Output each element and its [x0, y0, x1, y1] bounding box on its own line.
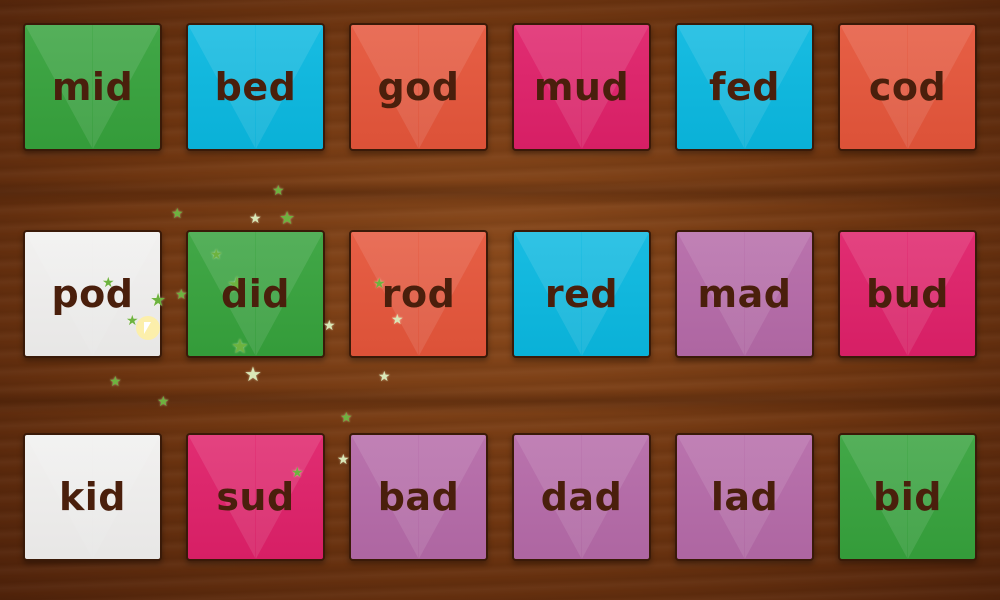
tile-word: lad — [710, 475, 779, 519]
word-tile-cod[interactable]: cod — [838, 23, 977, 151]
word-tile-fed[interactable]: fed — [675, 23, 814, 151]
sparkle-star-icon: ★ — [337, 452, 350, 468]
tile-word: cod — [868, 65, 947, 109]
word-tile-god[interactable]: god — [349, 23, 488, 151]
wood-rail — [0, 180, 1000, 206]
tile-word: rod — [381, 272, 456, 316]
sparkle-star-icon: ★ — [109, 374, 122, 390]
word-tile-sud[interactable]: sud — [186, 433, 325, 561]
word-tile-pod[interactable]: pod — [23, 230, 162, 358]
tile-word: sud — [216, 475, 295, 519]
word-tile-kid[interactable]: kid — [23, 433, 162, 561]
word-tile-mud[interactable]: mud — [512, 23, 651, 151]
word-tile-rod[interactable]: rod — [349, 230, 488, 358]
wood-rail — [0, 388, 1000, 414]
word-tile-lad[interactable]: lad — [675, 433, 814, 561]
tile-word: kid — [59, 475, 126, 519]
tile-word: bad — [377, 475, 460, 519]
sparkle-star-icon: ★ — [378, 369, 391, 385]
tile-word: did — [221, 272, 290, 316]
word-tile-bud[interactable]: bud — [838, 230, 977, 358]
word-tile-dad[interactable]: dad — [512, 433, 651, 561]
sparkle-star-icon: ★ — [249, 211, 262, 227]
tile-word: dad — [540, 475, 623, 519]
word-tile-did[interactable]: did — [186, 230, 325, 358]
tile-word: pod — [51, 272, 134, 316]
word-tile-red[interactable]: red — [512, 230, 651, 358]
word-tile-bid[interactable]: bid — [838, 433, 977, 561]
tile-word: bid — [873, 475, 942, 519]
tile-word: bud — [866, 272, 949, 316]
tile-word: mad — [697, 272, 792, 316]
word-tile-mid[interactable]: mid — [23, 23, 162, 151]
word-tile-bad[interactable]: bad — [349, 433, 488, 561]
tile-word: bed — [214, 65, 297, 109]
tile-word: mud — [533, 65, 630, 109]
tile-word: fed — [708, 65, 780, 109]
tile-word: red — [544, 272, 619, 316]
word-tile-mad[interactable]: mad — [675, 230, 814, 358]
tile-word: god — [377, 65, 460, 109]
sparkle-star-icon: ★ — [171, 206, 184, 222]
sparkle-star-icon: ★ — [279, 208, 296, 229]
sparkle-star-icon: ★ — [244, 362, 262, 386]
game-board: mid bed god mud fed cod pod did rod red … — [0, 0, 1000, 600]
word-tile-bed[interactable]: bed — [186, 23, 325, 151]
mouse-pointer-icon — [144, 322, 151, 334]
tile-word: mid — [51, 65, 134, 109]
